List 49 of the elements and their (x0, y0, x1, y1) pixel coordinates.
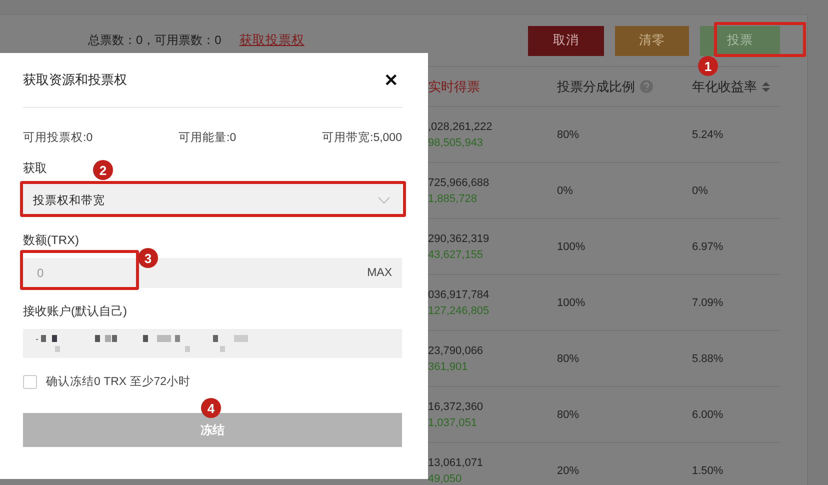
vote-change: 43,627,155 (428, 248, 484, 260)
column-header[interactable]: 年化收益率 (692, 78, 757, 96)
resource-stat: 可用带宽:5,000 (322, 130, 402, 145)
annual-yield: 1.50% (692, 464, 724, 476)
vote-count: 23,790,066 (428, 344, 484, 356)
vote-change: 1,037,051 (428, 416, 478, 428)
field-label: 接收账户(默认自己) (23, 303, 127, 320)
annual-yield: 6.00% (692, 408, 724, 420)
vote-count: 290,362,319 (428, 232, 490, 244)
sort-icon[interactable] (762, 82, 770, 92)
field-label: 获取 (23, 160, 47, 177)
vote-change: 127,246,805 (428, 304, 490, 316)
annual-yield: 5.24% (692, 128, 724, 140)
dialog-title: 获取资源和投票权 (23, 71, 127, 89)
confirm-checkbox[interactable] (23, 374, 37, 388)
vote-summary: 总票数：0，可用票数：0 (88, 32, 222, 49)
annual-yield: 5.88% (692, 352, 724, 364)
resource-stat: 可用投票权:0 (23, 130, 93, 145)
resource-stat: 可用能量:0 (178, 130, 236, 145)
annual-yield: 7.09% (692, 296, 724, 308)
share-ratio: 20% (557, 464, 580, 476)
vote-count: 16,372,360 (428, 400, 484, 412)
chevron-down-icon (378, 196, 390, 204)
select-value: 投票权和带宽 (33, 193, 105, 208)
vote-count: ,028,261,222 (428, 120, 494, 132)
vote-change: 49,050 (428, 472, 463, 484)
max-button[interactable]: MAX (367, 267, 392, 279)
resource-select[interactable]: 投票权和带宽 (23, 184, 402, 216)
annual-yield: 6.97% (692, 240, 724, 252)
field-label: 数额(TRX) (23, 232, 79, 249)
column-header: 投票分成比例 (557, 78, 635, 96)
cancel-button[interactable]: 取消 (528, 26, 604, 56)
share-ratio: 80% (557, 352, 580, 364)
annual-yield: 0% (692, 184, 709, 196)
vote-count: 725,966,688 (428, 176, 490, 188)
vote-change: 361,901 (428, 360, 469, 372)
share-ratio: 80% (557, 128, 580, 140)
share-ratio: 0% (557, 184, 574, 196)
vote-change: 98,505,943 (428, 136, 484, 148)
vote-count: 13,061,071 (428, 456, 484, 468)
column-header: 实时得票 (428, 78, 481, 96)
share-ratio: 100% (557, 240, 586, 252)
close-button[interactable]: ✕ (380, 70, 402, 90)
vote-count: 036,917,784 (428, 288, 490, 300)
share-ratio: 80% (557, 408, 580, 420)
confirm-label: 确认冻结0 TRX 至少72小时 (46, 374, 191, 389)
help-icon[interactable] (640, 80, 653, 93)
share-ratio: 100% (557, 296, 586, 308)
vote-change: 1,885,728 (428, 192, 478, 204)
